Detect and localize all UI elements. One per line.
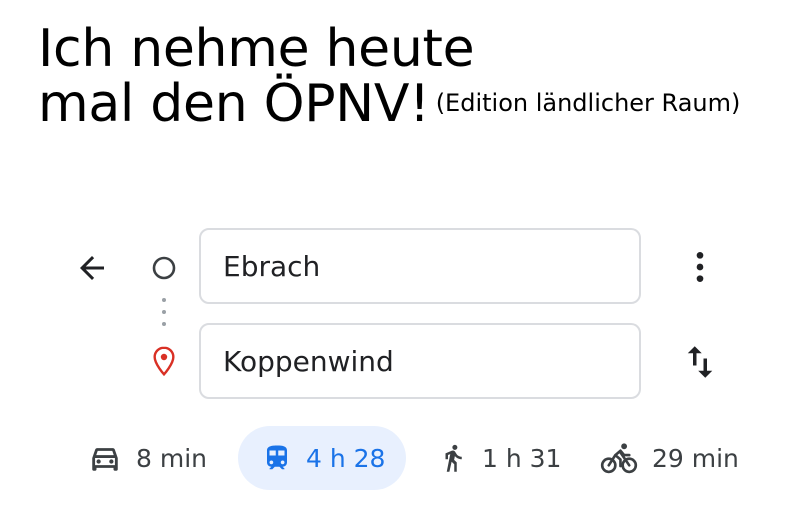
swap-route-button[interactable] [678, 340, 722, 384]
car-icon [92, 448, 118, 471]
route-dots [162, 298, 166, 326]
more-vert-icon [696, 252, 704, 282]
headline-line-1: Ich nehme heute [38, 19, 475, 79]
more-options-button[interactable] [678, 245, 722, 289]
mode-transit[interactable]: 4 h 28 [238, 426, 406, 490]
headline: Ich nehme heute mal den ÖPNV! (Edition lä… [38, 22, 740, 131]
train-icon [267, 445, 287, 470]
bike-icon [600, 443, 638, 474]
origin-circle-icon [152, 256, 176, 280]
swap-vert-icon [687, 346, 713, 378]
arrow-back-icon [80, 256, 104, 280]
mode-walking-time: 1 h 31 [482, 443, 562, 473]
mode-driving-time: 8 min [136, 443, 207, 473]
origin-input[interactable] [199, 228, 641, 304]
mode-driving[interactable]: 8 min [88, 426, 207, 490]
travel-mode-bar: 8 min 4 h 28 1 h 31 29 min [0, 426, 792, 490]
mode-cycling-time: 29 min [652, 443, 739, 473]
back-button[interactable] [72, 248, 112, 288]
destination-input[interactable] [199, 323, 641, 399]
location-pin-icon [153, 346, 175, 377]
headline-line-2-text: mal den ÖPNV! [38, 74, 430, 134]
mode-cycling[interactable]: 29 min [600, 426, 739, 490]
headline-subtitle: (Edition ländlicher Raum) [435, 89, 741, 117]
headline-line-2: mal den ÖPNV! (Edition ländlicher Raum) [38, 76, 740, 131]
mode-walking[interactable]: 1 h 31 [438, 426, 561, 490]
mode-transit-time: 4 h 28 [306, 443, 386, 473]
walk-icon [445, 444, 462, 472]
